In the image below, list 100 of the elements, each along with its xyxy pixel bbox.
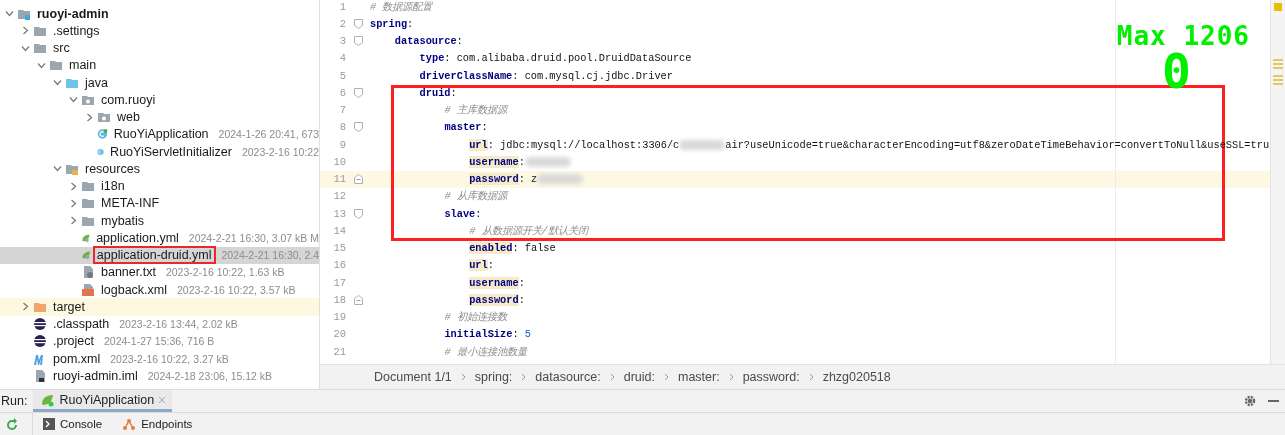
tree-item[interactable]: ruoyi-admin (0, 5, 319, 23)
tree-item-label: RuoYiApplication (112, 126, 210, 144)
tree-item[interactable]: pom.xml 2023-2-16 10:22, 3.27 kB (0, 350, 319, 368)
chevron-icon (460, 373, 466, 382)
tree-item[interactable]: mybatis (0, 212, 319, 230)
run-label: Run: (0, 394, 29, 408)
line-number: 3 (338, 35, 346, 48)
folder-icon (33, 41, 47, 56)
file-meta: 2023-2-16 10:22, 1.63 kB (165, 266, 285, 279)
code-line: username: (370, 155, 571, 168)
tree-item[interactable]: src (0, 39, 319, 57)
endpoints-icon (122, 418, 137, 430)
line-number: 21 (332, 345, 346, 358)
tree-item[interactable]: application.yml 2024-2-21 16:30, 3.07 kB M (0, 229, 319, 247)
code-line: # 初始连接数 (443, 310, 507, 325)
code-line: password: (468, 293, 525, 306)
line-number: 13 (332, 207, 346, 220)
folder-icon (81, 179, 95, 194)
tree-item[interactable]: resources (0, 160, 319, 178)
tree-item-label: banner.txt (100, 264, 157, 282)
file-meta: 2023-2-16 10:22 (241, 145, 319, 158)
breadcrumb-item[interactable]: master: (677, 370, 720, 385)
tree-item[interactable]: banner.txt 2023-2-16 10:22, 1.63 kB (0, 263, 319, 281)
line-number: 6 (338, 86, 346, 99)
code-line: # 主库数据源 (443, 103, 507, 118)
code-line: url: (468, 259, 494, 272)
line-number: 20 (332, 328, 346, 341)
file-meta: 2024-1-26 20:41, 673 (218, 128, 319, 141)
line-number: 2 (338, 17, 346, 30)
chevron-icon (521, 373, 527, 382)
warning-marks-icon (1273, 75, 1283, 87)
line-number: 10 (332, 155, 346, 168)
fold-marker-icon[interactable] (353, 87, 363, 98)
tree-item[interactable]: RuoYiServletInitializer 2023-2-16 10:22 (0, 143, 319, 161)
breadcrumb-item[interactable]: datasource: (535, 370, 601, 385)
tool-tab[interactable]: Console (33, 418, 113, 430)
fold-end-marker-icon[interactable] (353, 294, 363, 305)
line-number: 11 (332, 173, 346, 186)
tree-item[interactable]: main (0, 56, 319, 74)
line-number: 19 (332, 311, 346, 324)
line-number: 5 (338, 69, 346, 82)
tree-item[interactable]: logback.xml 2023-2-16 10:22, 3.57 kB (0, 281, 319, 299)
file-meta: 2023-2-16 10:22, 3.27 kB (110, 352, 229, 365)
breadcrumb-item[interactable]: zhzg020518 (822, 370, 891, 385)
code-line: type: com.alibaba.druid.pool.DruidDataSource (418, 52, 692, 65)
breadcrumb-item[interactable]: Document 1/1 (374, 370, 452, 385)
fold-end-marker-icon[interactable] (353, 174, 363, 185)
fold-marker-icon[interactable] (353, 122, 363, 133)
code-line: # 从库数据源 (443, 189, 507, 204)
code-line: master: (443, 121, 488, 134)
tree-item-label: pom.xml (52, 350, 102, 368)
tree-item-label: application.yml (95, 229, 180, 247)
tree-item[interactable]: target (0, 298, 319, 316)
tree-item-label: i18n (100, 178, 126, 196)
breadcrumb-item[interactable]: druid: (623, 370, 655, 385)
tree-item[interactable]: web (0, 108, 319, 126)
fold-marker-icon[interactable] (353, 36, 363, 47)
fold-marker-icon[interactable] (353, 18, 363, 29)
tree-item[interactable]: java (0, 74, 319, 92)
tree-item[interactable]: .project 2024-1-27 15:36, 716 B (0, 332, 319, 350)
folder-icon (49, 58, 63, 73)
tree-item[interactable]: .classpath 2023-2-16 13:44, 2.02 kB (0, 315, 319, 333)
tree-item[interactable]: application-druid.yml 2024-2-21 16:30, 2.4 (0, 246, 319, 264)
tree-item-label: web (116, 109, 141, 127)
tree-item[interactable]: i18n (0, 177, 319, 195)
tree-item[interactable]: RuoYiApplication 2024-1-26 20:41, 673 (0, 125, 319, 143)
tree-item[interactable]: com.ruoyi (0, 91, 319, 109)
chevron-icon (609, 373, 615, 382)
breadcrumb-item[interactable]: spring: (474, 370, 513, 385)
fold-marker-icon[interactable] (353, 208, 363, 219)
tree-item-label: application-druid.yml (92, 246, 216, 265)
tree-item-label: ruoyi-admin.iml (52, 367, 139, 385)
xml-file-icon (81, 282, 95, 297)
code-line: druid: (418, 86, 457, 99)
package-icon (97, 110, 111, 125)
spring-leaf-icon (41, 392, 56, 407)
warning-marks-icon (1273, 59, 1283, 71)
tree-item-label: com.ruoyi (100, 91, 157, 109)
code-line: initialSize: 5 (443, 328, 531, 341)
tree-item[interactable]: META-INF (0, 194, 319, 212)
tree-item[interactable]: ruoyi-admin.iml 2024-2-18 23:06, 15.12 kB (0, 367, 319, 385)
chevron-icon (808, 373, 814, 382)
code-line: slave: (443, 207, 482, 220)
chevron-icon (728, 373, 734, 382)
code-line: driverClassName: com.mysql.cj.jdbc.Driver (418, 69, 673, 82)
code-line: datasource: (393, 35, 463, 48)
max-score-label: Max 1206 (1116, 24, 1250, 48)
rerun-icon (6, 417, 18, 431)
tree-item-label: resources (84, 160, 141, 178)
tree-item[interactable]: .settings (0, 22, 319, 40)
spring-class-icon (97, 127, 108, 142)
tool-tab[interactable]: Endpoints (112, 418, 203, 430)
run-tab[interactable]: RuoYiApplication (33, 390, 173, 412)
tree-item-label: logback.xml (100, 281, 168, 299)
breadcrumb-item[interactable]: password: (742, 370, 800, 385)
code-line: enabled: false (468, 242, 556, 255)
module-file-icon (33, 368, 47, 383)
line-number: 4 (338, 52, 346, 65)
line-number: 12 (332, 190, 346, 203)
folder-icon (81, 196, 95, 211)
